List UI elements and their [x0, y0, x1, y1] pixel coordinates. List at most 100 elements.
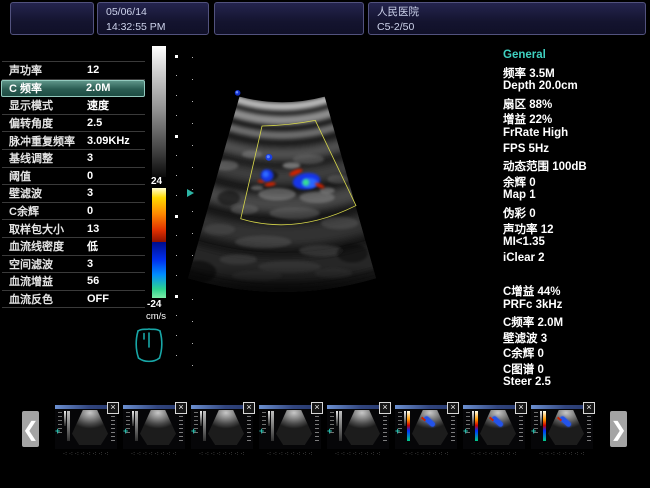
param-row-3[interactable]: 偏转角度2.5 — [2, 115, 145, 133]
header-box-blank-mid — [214, 2, 364, 35]
thumbnail-caption: ·: ·: ·: ·: ·: ·: ·: ·: — [257, 451, 323, 457]
filmstrip-next-button[interactable]: ❯ — [610, 411, 627, 447]
param-value: 低 — [87, 238, 142, 254]
header-text: 人民医院 — [377, 5, 645, 20]
thumbnail-4[interactable]: +× — [327, 405, 389, 449]
thumbnail-marker-icon: + — [463, 427, 468, 436]
param-row-10[interactable]: 血流线密度低 — [2, 238, 145, 256]
thumbnail-close-button[interactable]: × — [379, 402, 391, 414]
param-value: OFF — [87, 293, 142, 305]
thumbnail-colorbar — [543, 411, 546, 441]
thumbnail-close-button[interactable]: × — [311, 402, 323, 414]
param-value: 13 — [87, 223, 142, 235]
thumbnail-colorbar — [475, 411, 478, 441]
header-box-hospital-probe: 人民医院C5-2/50 — [368, 2, 646, 35]
param-row-4[interactable]: 脉冲重复频率3.09KHz — [2, 132, 145, 150]
thumbnail-marker-icon: + — [123, 427, 128, 436]
thumbnail-0[interactable]: +× — [55, 405, 117, 449]
body-marker-icon[interactable] — [131, 324, 167, 366]
param-label: 基线调整 — [9, 150, 87, 166]
param-label: 声功率 — [9, 62, 87, 78]
velocity-scale-min: -24 — [147, 299, 161, 310]
param-row-12[interactable]: 血流增益56 — [2, 273, 145, 291]
grayscale-bar — [152, 46, 166, 177]
velocity-scale-unit: cm/s — [146, 311, 166, 322]
thumbnail-marker-icon: + — [191, 427, 196, 436]
ruler-minor-tick — [176, 235, 177, 236]
param-row-5[interactable]: 基线调整3 — [2, 150, 145, 168]
param-row-13[interactable]: 血流反色OFF — [2, 291, 145, 309]
thumbnail-5[interactable]: +× — [395, 405, 457, 449]
ruler-minor-tick — [176, 255, 177, 256]
ruler-major-tick — [175, 215, 178, 218]
cursor-dot[interactable] — [265, 154, 272, 161]
param-row-1[interactable]: C 频率2.0M — [1, 80, 145, 98]
thumbnail-close-button[interactable]: × — [107, 402, 119, 414]
thumbnail-graybar — [132, 411, 134, 426]
thumbnail-colorbar — [271, 411, 274, 441]
thumbnail-1[interactable]: +× — [123, 405, 185, 449]
param-row-2[interactable]: 显示模式速度 — [2, 97, 145, 115]
thumbnail-graybar — [472, 411, 474, 426]
thumbnail-2[interactable]: +× — [191, 405, 253, 449]
thumbnail-caption: ·: ·: ·: ·: ·: ·: ·: ·: — [529, 451, 595, 457]
info-line-3: 增益 22% — [503, 111, 648, 127]
ruler-major-tick — [175, 295, 178, 298]
param-label: 空间滤波 — [9, 256, 87, 272]
cursor-dot[interactable] — [235, 90, 241, 96]
info-line-18: C余辉 0 — [503, 345, 648, 361]
info-line-19: C图谱 0 — [503, 361, 648, 377]
param-row-0[interactable]: 声功率12 — [2, 61, 145, 80]
param-label: C 频率 — [9, 80, 86, 96]
thumbnail-graybar — [64, 411, 66, 426]
info-line-4: FrRate High — [503, 127, 648, 143]
ruler-minor-tick — [176, 75, 177, 76]
header-box-blank-left — [10, 2, 94, 35]
thumbnail-graybar — [200, 411, 202, 426]
info-line-12: iClear 2 — [503, 252, 648, 268]
ruler-major-tick — [175, 55, 178, 58]
thumbnail-7[interactable]: +× — [531, 405, 593, 449]
param-value: 0 — [87, 170, 142, 182]
thumbnail-right-text — [179, 412, 183, 442]
thumbnail-marker-icon: + — [531, 427, 536, 436]
thumbnail-close-button[interactable]: × — [515, 402, 527, 414]
thumbnail-colorbar — [135, 411, 138, 441]
param-row-7[interactable]: 壁滤波3 — [2, 185, 145, 203]
param-row-6[interactable]: 阈值0 — [2, 168, 145, 186]
ruler-minor-tick — [176, 115, 177, 116]
thumbnail-close-button[interactable]: × — [175, 402, 187, 414]
param-label: C余辉 — [9, 203, 87, 219]
thumbnail-close-button[interactable]: × — [447, 402, 459, 414]
thumbnail-image — [412, 410, 448, 445]
param-value: 12 — [87, 64, 142, 76]
param-row-8[interactable]: C余辉0 — [2, 203, 145, 221]
param-row-9[interactable]: 取样包大小13 — [2, 220, 145, 238]
thumbnail-close-button[interactable]: × — [583, 402, 595, 414]
param-label: 取样包大小 — [9, 221, 87, 237]
ruler-minor-tick — [176, 315, 177, 316]
param-row-11[interactable]: 空间滤波3 — [2, 256, 145, 274]
thumbnail-marker-icon: + — [259, 427, 264, 436]
param-label: 阈值 — [9, 168, 87, 184]
thumbnail-image — [208, 410, 244, 445]
param-value: 3 — [87, 187, 142, 199]
thumbnail-right-text — [315, 412, 319, 442]
thumbnail-right-text — [247, 412, 251, 442]
thumbnail-right-text — [111, 412, 115, 442]
info-line-5: FPS 5Hz — [503, 143, 648, 159]
param-label: 脉冲重复频率 — [9, 133, 87, 149]
filmstrip-prev-button[interactable]: ❮ — [22, 411, 39, 447]
param-value: 3 — [87, 152, 142, 164]
info-line-9: 伪彩 0 — [503, 205, 648, 221]
thumbnail-caption: ·: ·: ·: ·: ·: ·: ·: ·: — [325, 451, 391, 457]
param-label: 血流反色 — [9, 291, 87, 307]
tissue-echo-layer — [185, 38, 495, 302]
thumbnail-6[interactable]: +× — [463, 405, 525, 449]
thumbnail-3[interactable]: +× — [259, 405, 321, 449]
param-value: 3 — [87, 258, 142, 270]
ruler-minor-tick — [176, 195, 177, 196]
thumbnail-close-button[interactable]: × — [243, 402, 255, 414]
velocity-scale-max: 24 — [151, 176, 162, 187]
ultrasound-image — [185, 38, 495, 375]
